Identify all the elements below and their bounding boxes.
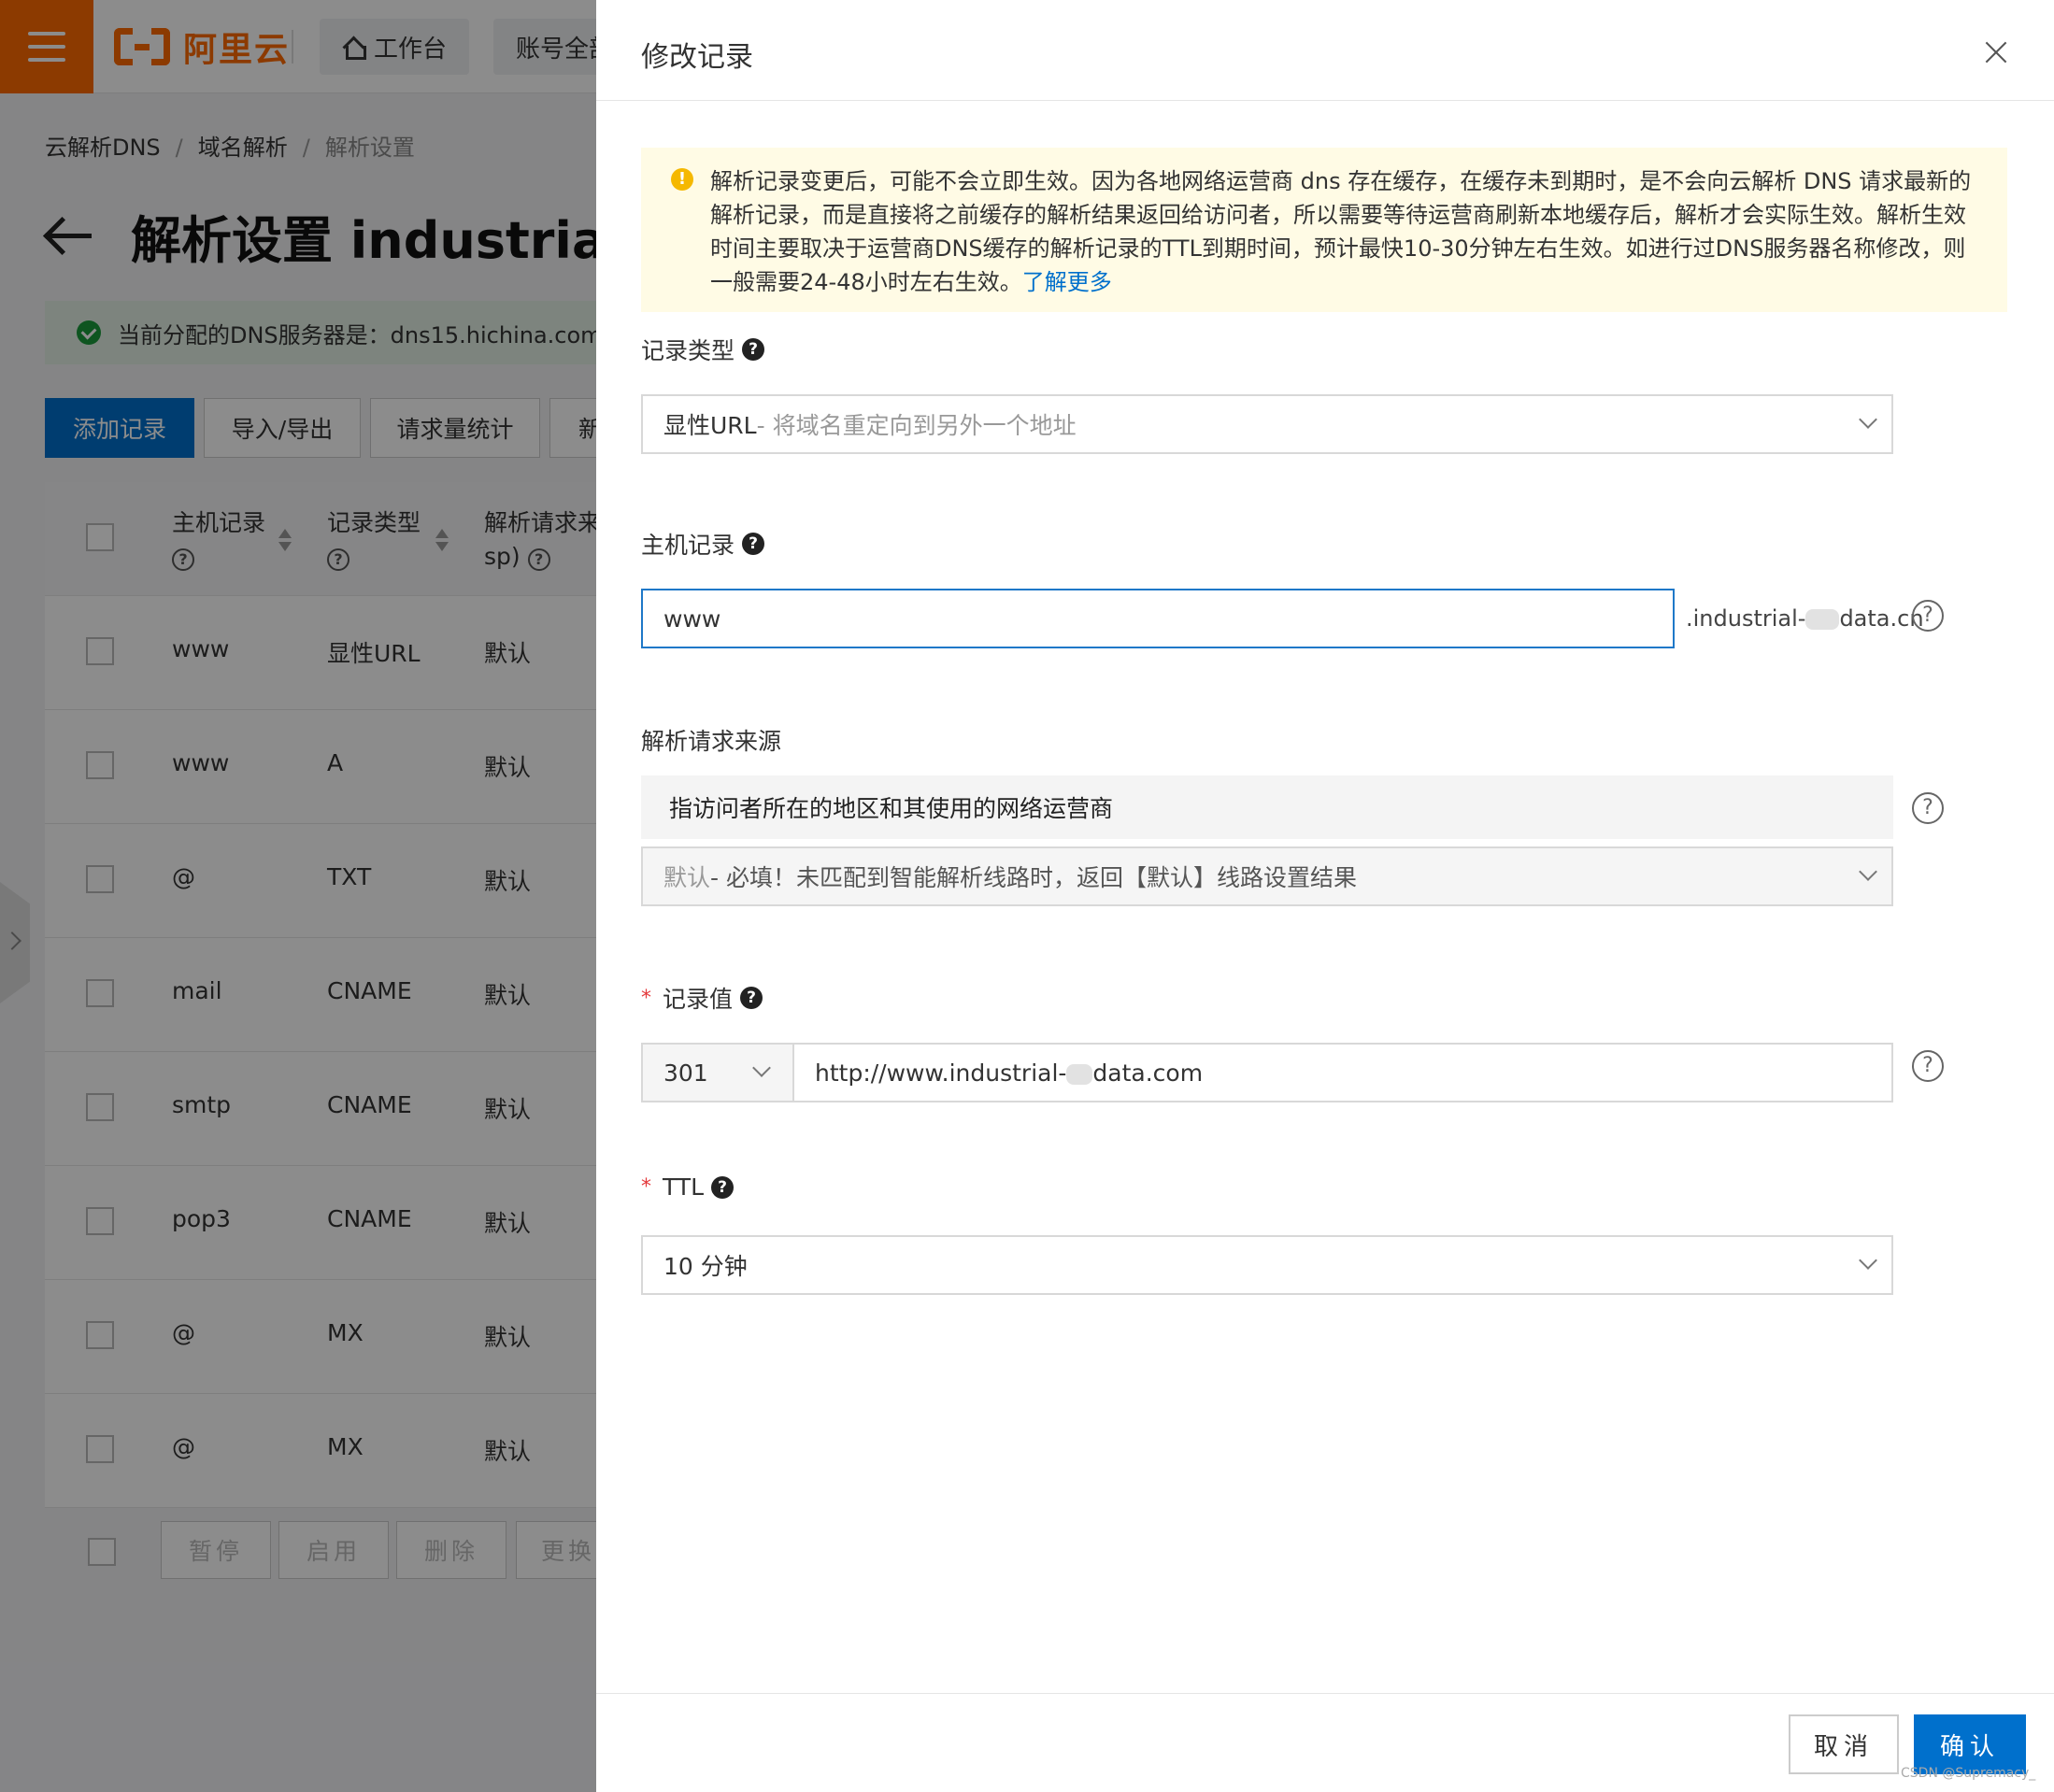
drawer-header: 修改记录 xyxy=(596,0,2054,101)
chevron-down-icon xyxy=(1859,862,1877,881)
cancel-button[interactable]: 取消 xyxy=(1789,1714,1899,1774)
help-icon[interactable]: ? xyxy=(711,1175,735,1199)
edit-record-drawer: 修改记录 ! 解析记录变更后，可能不会立即生效。因为各地网络运营商 dns 存在… xyxy=(596,0,2054,1792)
help-icon[interactable]: ? xyxy=(740,987,763,1009)
ttl-select[interactable]: 10 分钟 xyxy=(641,1235,1893,1295)
source-value: 默认 xyxy=(663,864,711,891)
record-type-value: 显性URL xyxy=(663,412,757,439)
host-record-label: 主机记录? xyxy=(641,527,765,561)
domain-suffix: .industrial-data.cn xyxy=(1686,605,1924,632)
watermark: CSDN @Supremacy_ xyxy=(1901,1766,2036,1781)
record-type-hint: - 将域名重定向到另外一个地址 xyxy=(756,412,1077,439)
host-record-value: www xyxy=(663,604,721,633)
drawer-footer: 取消 确认 xyxy=(596,1693,2054,1792)
warning-icon: ! xyxy=(671,168,693,191)
source-info: 指访问者所在的地区和其使用的网络运营商 xyxy=(641,775,1893,839)
record-value-input[interactable]: http://www.industrial-data.com xyxy=(792,1043,1893,1102)
help-circle-icon[interactable]: ? xyxy=(1912,1050,1944,1082)
source-label: 解析请求来源 xyxy=(641,728,782,755)
notice-text: 解析记录变更后，可能不会立即生效。因为各地网络运营商 dns 存在缓存，在缓存未… xyxy=(710,168,1972,295)
record-type-select[interactable]: 显性URL - 将域名重定向到另外一个地址 xyxy=(641,394,1893,454)
source-hint: - 必填！未匹配到智能解析线路时，返回【默认】线路设置结果 xyxy=(710,864,1357,891)
ttl-label: * TTL? xyxy=(641,1173,735,1201)
record-value-label: * 记录值? xyxy=(641,981,763,1015)
redirect-code-select[interactable]: 301 xyxy=(641,1043,794,1102)
help-circle-icon[interactable]: ? xyxy=(1912,792,1944,824)
record-value-url: http://www.industrial-data.com xyxy=(815,1059,1204,1087)
close-icon[interactable] xyxy=(1985,41,2007,64)
source-select[interactable]: 默认 - 必填！未匹配到智能解析线路时，返回【默认】线路设置结果 xyxy=(641,846,1893,906)
redirect-code-value: 301 xyxy=(663,1059,708,1087)
chevron-down-icon xyxy=(1859,410,1877,429)
help-circle-icon[interactable]: ? xyxy=(1912,600,1944,632)
help-icon[interactable]: ? xyxy=(742,533,765,555)
help-icon[interactable]: ? xyxy=(742,338,765,361)
host-record-input[interactable]: www xyxy=(641,589,1675,648)
chevron-down-icon xyxy=(1859,1251,1877,1270)
drawer-title: 修改记录 xyxy=(641,41,753,74)
record-type-label: 记录类型? xyxy=(641,333,765,366)
propagation-notice: ! 解析记录变更后，可能不会立即生效。因为各地网络运营商 dns 存在缓存，在缓… xyxy=(641,148,2007,312)
learn-more-link[interactable]: 了解更多 xyxy=(1022,269,1112,295)
ttl-value: 10 分钟 xyxy=(663,1253,748,1280)
chevron-down-icon xyxy=(752,1059,771,1077)
